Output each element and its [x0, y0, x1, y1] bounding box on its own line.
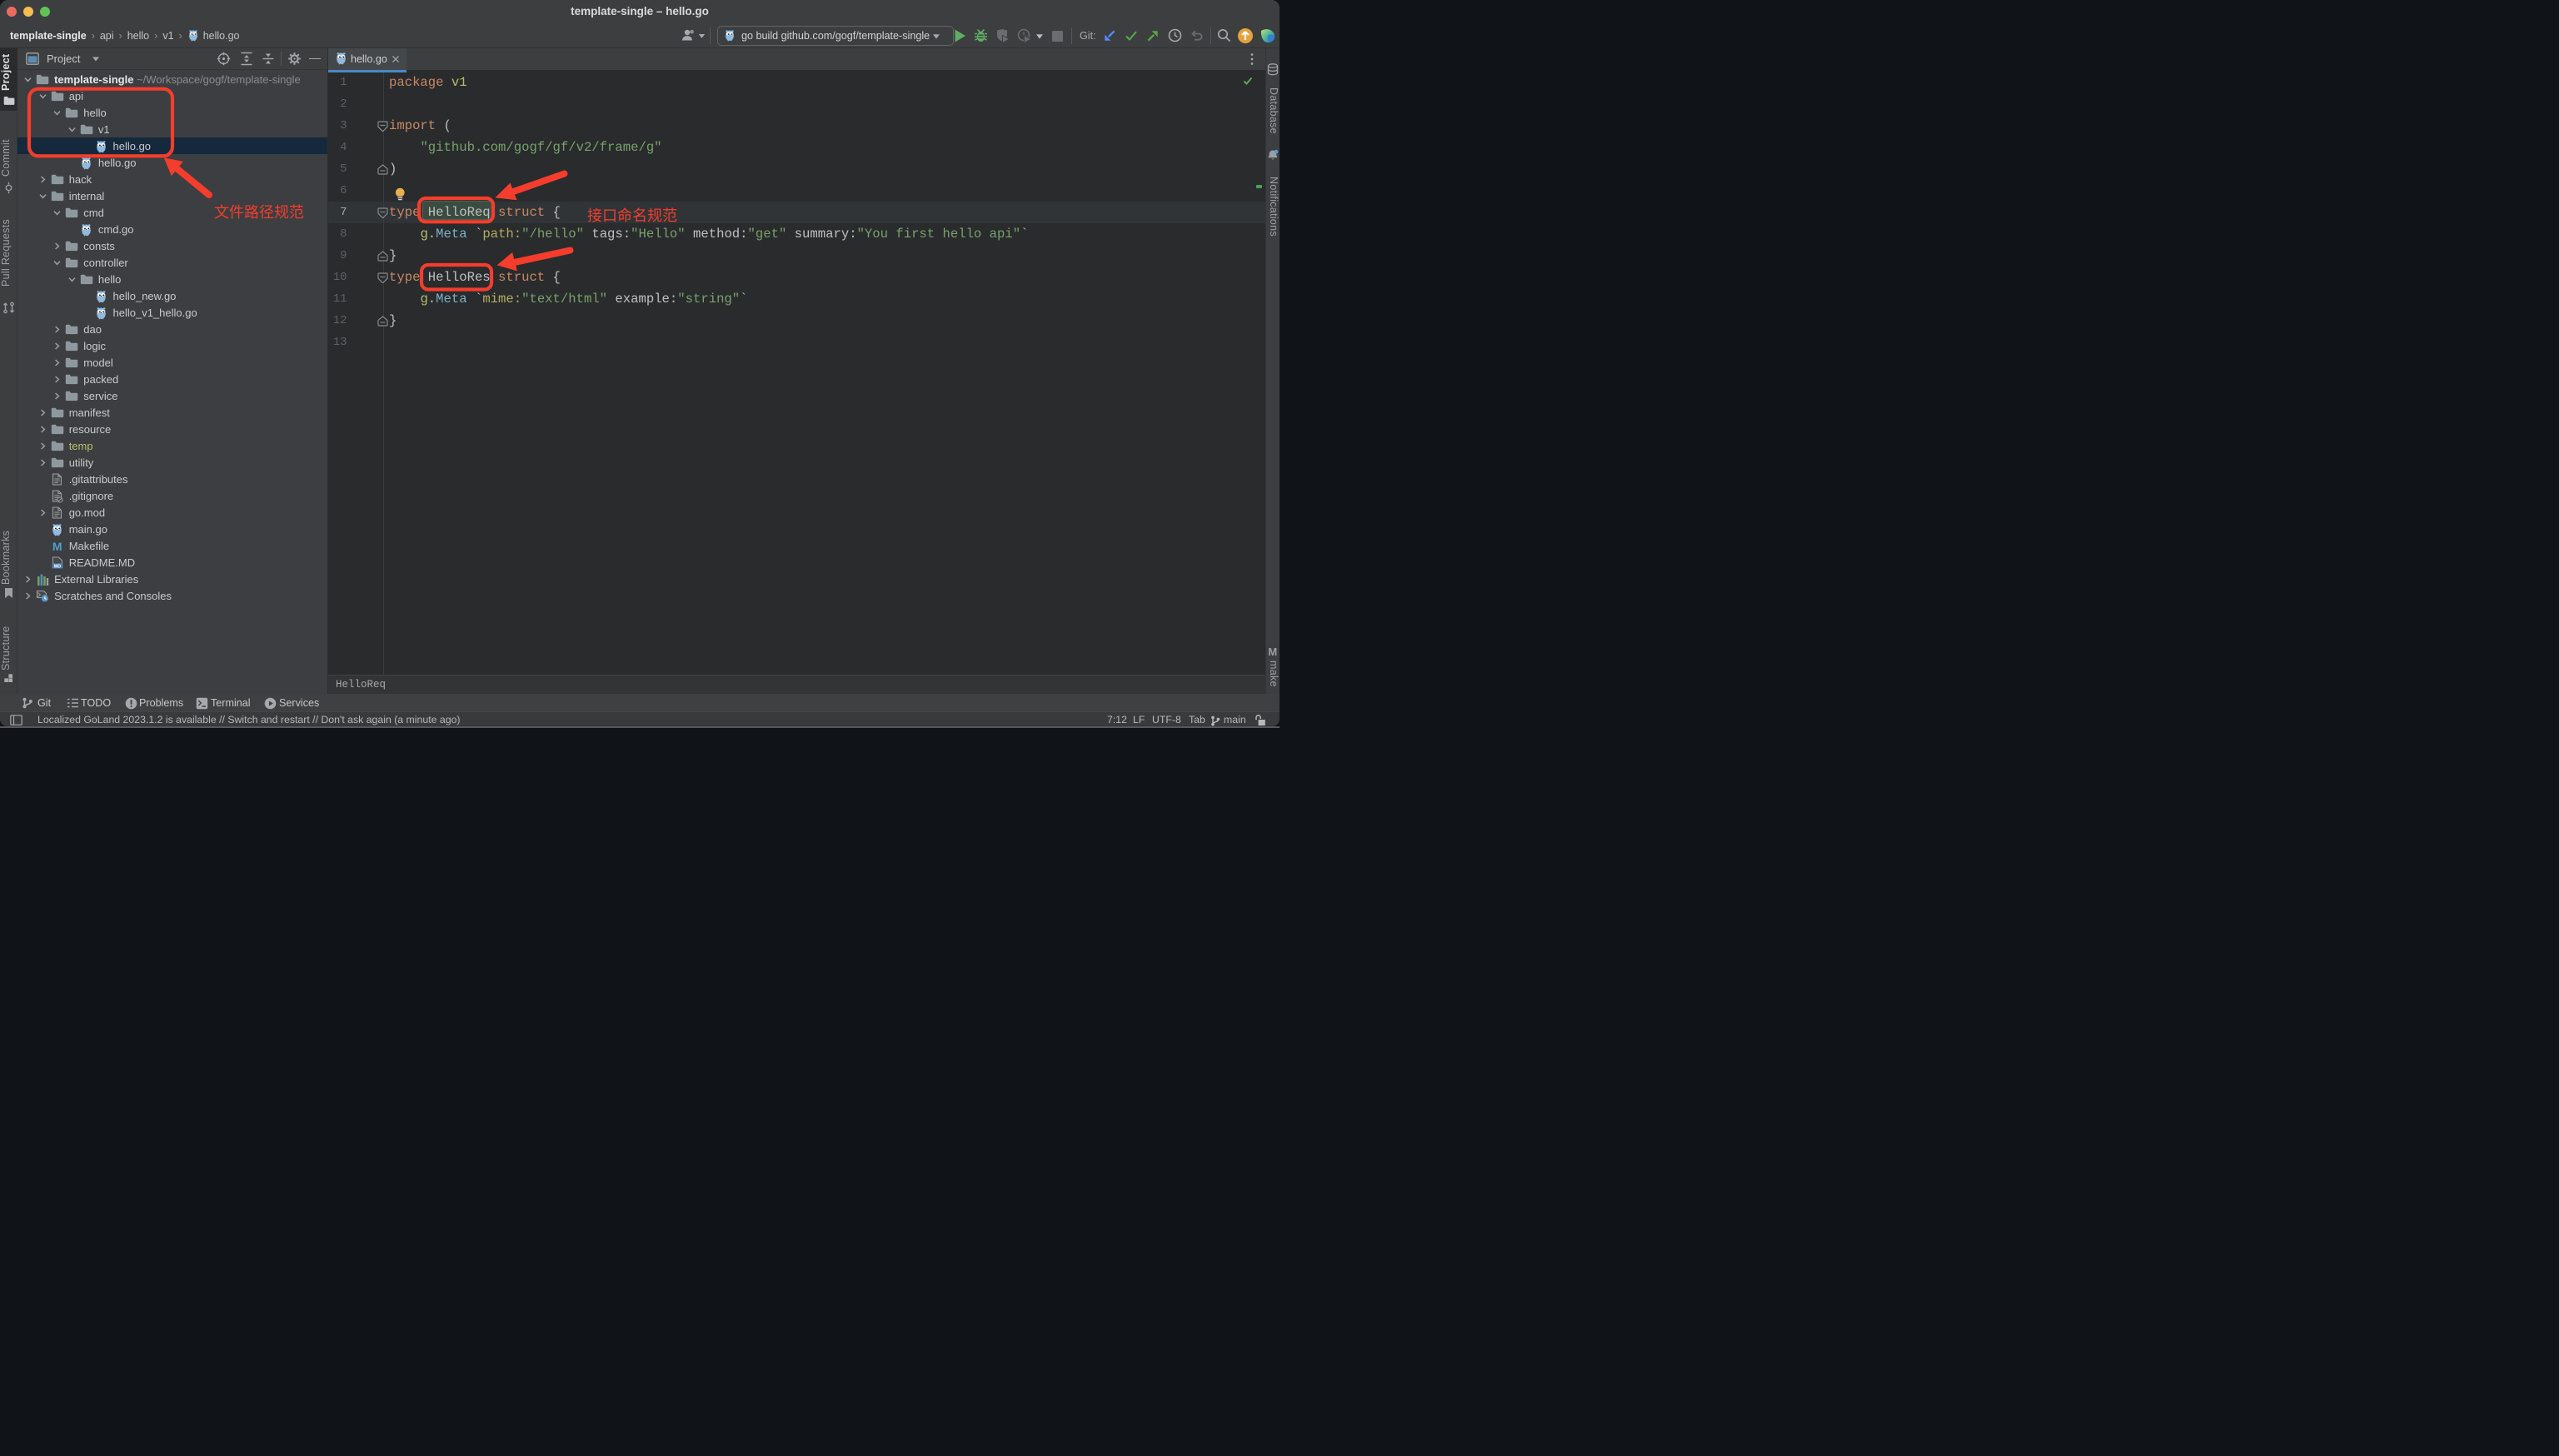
svg-text:MD: MD [53, 564, 60, 569]
